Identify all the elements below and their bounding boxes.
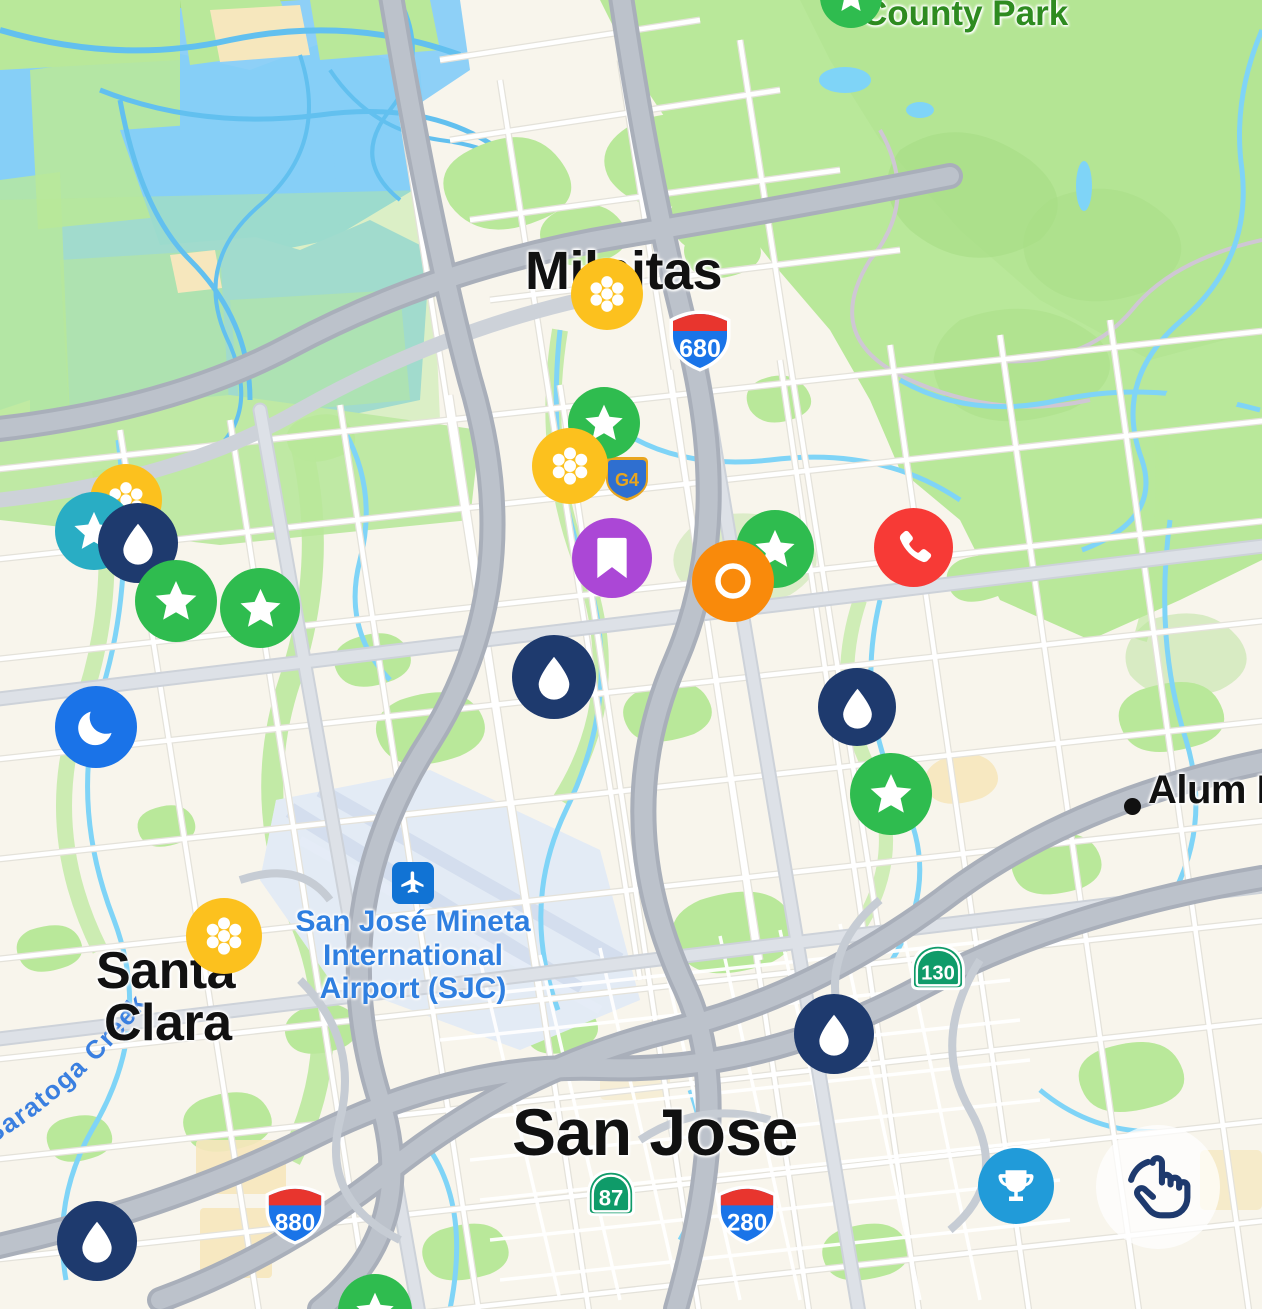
shield-i-880-number: 880: [275, 1209, 315, 1236]
flower-cluster-icon: [590, 276, 624, 312]
shield-ca-87-number: 87: [599, 1186, 624, 1211]
marker-park-west-2[interactable]: [220, 568, 300, 648]
marker-cluster-g4[interactable]: [532, 428, 608, 504]
marker-target[interactable]: [692, 540, 774, 622]
shield-g4-number: G4: [615, 470, 639, 490]
airport-label-line-1: San José Mineta: [295, 905, 531, 938]
water-drop-icon: [842, 688, 872, 729]
star-icon: [870, 774, 912, 813]
marker-water-central[interactable]: [512, 635, 596, 719]
marker-phone-call[interactable]: [874, 508, 953, 587]
marker-water-southwest[interactable]: [57, 1201, 137, 1281]
shield-ca-87[interactable]: 87: [585, 1168, 637, 1218]
shield-g4[interactable]: G4: [604, 455, 650, 503]
ring-target-icon: [715, 563, 751, 599]
pan-gesture-puck[interactable]: [1096, 1125, 1220, 1249]
star-icon: [155, 581, 197, 620]
county-park-label: County Park: [862, 0, 1069, 33]
flower-cluster-icon: [206, 917, 242, 955]
shield-i-880[interactable]: 880: [264, 1185, 326, 1245]
airport-label-line-2: International: [322, 938, 503, 972]
star-icon: [240, 588, 280, 627]
water-drop-icon: [538, 656, 570, 700]
phone-icon: [899, 530, 931, 562]
trophy-icon: [998, 1170, 1034, 1202]
alum-rock-dot: [1124, 798, 1141, 815]
marker-trophy[interactable]: [978, 1148, 1054, 1224]
water-drop-icon: [82, 1221, 112, 1263]
marker-bookmark[interactable]: [572, 518, 652, 598]
flower-cluster-icon: [552, 447, 588, 485]
airplane-icon: [392, 862, 434, 904]
star-icon: [356, 1292, 394, 1309]
marker-park-west-1[interactable]: [135, 560, 217, 642]
bookmark-icon: [597, 537, 627, 579]
marker-water-south[interactable]: [794, 994, 874, 1074]
shield-i-280-number: 280: [727, 1209, 767, 1236]
crescent-moon-icon: [78, 711, 112, 746]
shield-i-680[interactable]: 680: [668, 310, 732, 372]
airport-label-line-3: Airport (SJC): [319, 972, 507, 1006]
marker-water-east[interactable]: [818, 668, 896, 746]
santa-clara-label-line-2: Clara: [104, 994, 232, 1052]
san-jose-airport-label: San José Mineta International Airport (S…: [288, 905, 538, 1006]
marker-cluster-santaclara[interactable]: [186, 898, 262, 974]
san-jose-label: San Jose: [512, 1095, 798, 1169]
pointing-hand-gesture-icon: [1128, 1155, 1191, 1219]
marker-cluster-milpitas[interactable]: [571, 258, 643, 330]
water-drop-icon: [123, 523, 153, 565]
map-canvas[interactable]: Saratoga Creek San José Mineta Internati…: [0, 0, 1262, 1309]
water-drop-icon: [819, 1014, 849, 1056]
star-icon: [841, 0, 861, 11]
shield-ca-130-number: 130: [921, 963, 955, 985]
shield-ca-130[interactable]: 130: [909, 942, 967, 992]
alum-rock-label: Alum R: [1148, 768, 1262, 812]
shield-i-280[interactable]: 280: [716, 1185, 778, 1245]
shield-i-680-number: 680: [679, 335, 721, 363]
marker-park-east[interactable]: [850, 753, 932, 835]
marker-night-moon[interactable]: [55, 686, 137, 768]
